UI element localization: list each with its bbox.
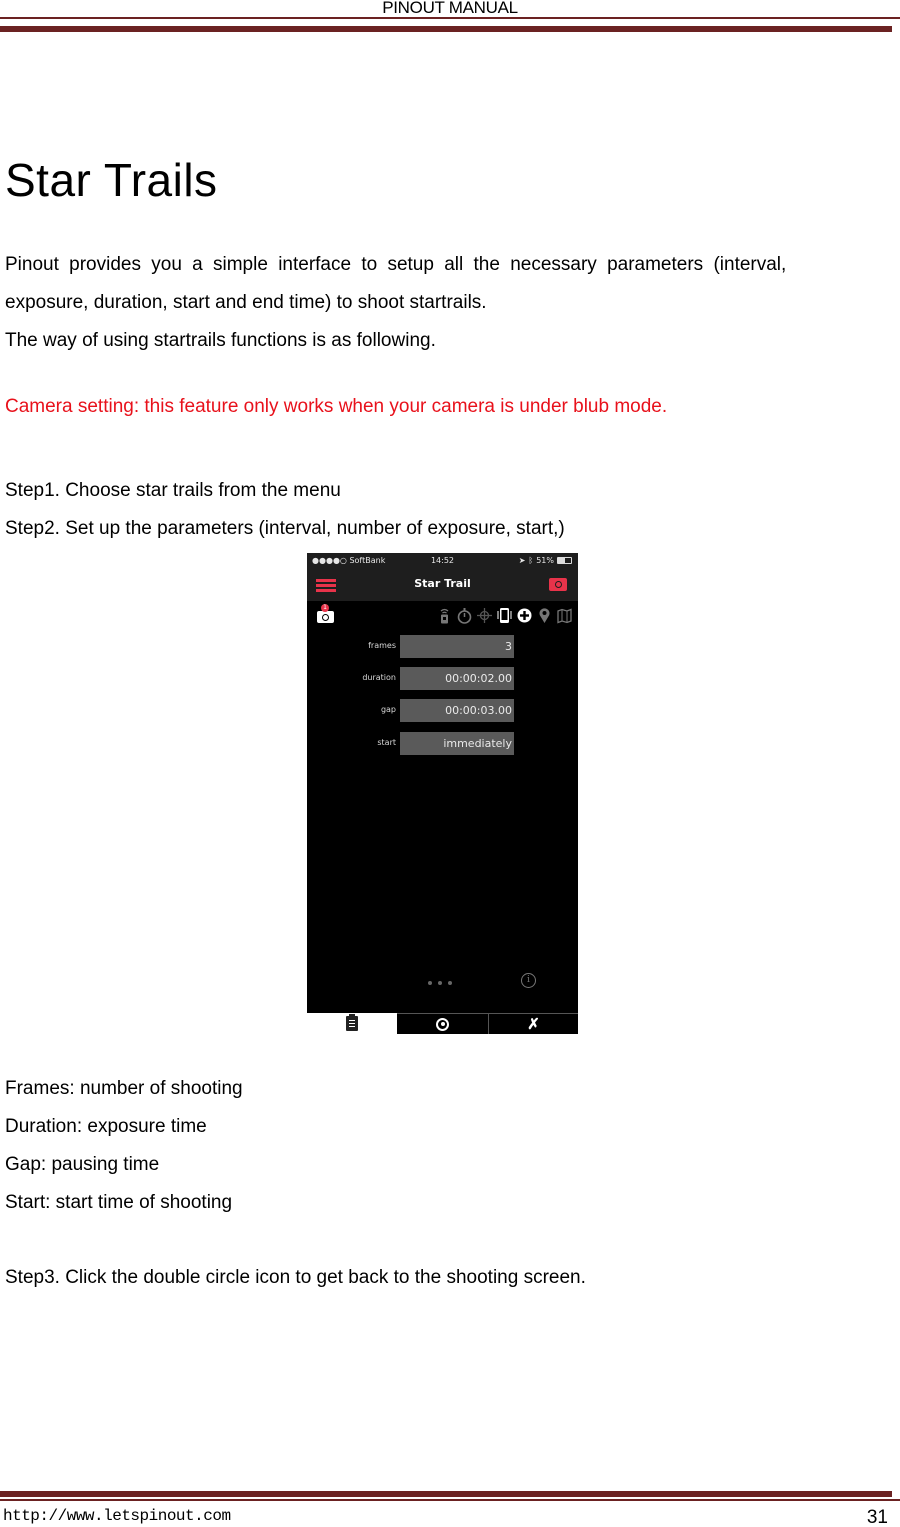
param-row-duration: duration 00:00:02.00 — [307, 667, 578, 691]
intro-line-3: The way of using startrails functions is… — [5, 330, 436, 351]
description-start: Start: start time of shooting — [5, 1192, 233, 1213]
battery-percent: 51% — [536, 556, 554, 565]
step-3: Step3. Click the double circle icon to g… — [5, 1267, 586, 1288]
camera-setting-note: Camera setting: this feature only works … — [5, 396, 668, 417]
duration-field[interactable]: 00:00:02.00 — [400, 667, 514, 690]
description-gap: Gap: pausing time — [5, 1154, 160, 1175]
param-row-frames: frames 3 — [307, 635, 578, 659]
step-2: Step2. Set up the parameters (interval, … — [5, 518, 565, 539]
running-header-title: PINOUT MANUAL — [382, 0, 518, 17]
footer-rule-thick — [0, 1491, 892, 1497]
connected-camera-icon[interactable] — [317, 611, 334, 623]
intro-line-1: Pinout provides you a simple interface t… — [5, 254, 787, 275]
tab-tools[interactable]: ✗ — [489, 1013, 578, 1034]
nav-title: Star Trail — [414, 577, 471, 590]
page-number: 31 — [866, 1507, 888, 1527]
param-row-start: start immediately — [307, 732, 578, 756]
info-icon[interactable]: i — [521, 973, 536, 988]
location-arrow-icon: ➤ — [518, 556, 526, 565]
timer-icon[interactable] — [457, 607, 472, 624]
tools-icon: ✗ — [527, 1016, 540, 1033]
frames-field[interactable]: 3 — [400, 635, 514, 658]
crosshair-icon[interactable] — [477, 607, 492, 624]
param-row-gap: gap 00:00:03.00 — [307, 699, 578, 723]
mode-toolbar: 1 — [307, 601, 578, 631]
nav-bar: Star Trail — [307, 569, 578, 601]
remote-icon[interactable] — [437, 607, 452, 624]
camera-icon[interactable] — [549, 578, 567, 591]
app-tab-bar: ✗ — [307, 1013, 578, 1034]
start-field[interactable]: immediately — [400, 732, 514, 755]
gap-field[interactable]: 00:00:03.00 — [400, 699, 514, 722]
param-label: duration — [362, 673, 396, 682]
page-indicator[interactable] — [428, 981, 452, 985]
param-label: frames — [368, 641, 396, 650]
target-icon — [436, 1017, 449, 1031]
location-pin-icon[interactable] — [537, 607, 552, 624]
battery-icon — [557, 557, 572, 564]
status-bar: ●●●●○ SoftBank 14:52 ➤ ᛒ 51% — [307, 553, 578, 569]
map-icon[interactable] — [557, 607, 572, 624]
tab-shooting[interactable] — [397, 1013, 489, 1034]
intro-line-2: exposure, duration, start and end time) … — [5, 292, 487, 313]
footer-rule-thin — [0, 1499, 900, 1501]
description-duration: Duration: exposure time — [5, 1116, 207, 1137]
header-rule-thick — [0, 26, 892, 32]
header-rule-thin — [0, 17, 900, 19]
page-title: Star Trails — [5, 154, 218, 206]
camera-count-badge: 1 — [321, 604, 329, 612]
bluetooth-icon: ᛒ — [528, 556, 534, 565]
status-right: ➤ ᛒ 51% — [519, 556, 572, 565]
clipboard-icon — [346, 1014, 358, 1031]
plus-circle-icon[interactable] — [517, 607, 532, 624]
tab-clipboard[interactable] — [307, 1013, 397, 1034]
description-frames: Frames: number of shooting — [5, 1078, 243, 1099]
param-label: start — [377, 738, 396, 747]
app-screenshot: ●●●●○ SoftBank 14:52 ➤ ᛒ 51% Star Trail … — [307, 553, 578, 1033]
param-label: gap — [380, 705, 396, 714]
step-1: Step1. Choose star trails from the menu — [5, 480, 341, 501]
toolbar-icons — [437, 607, 572, 624]
footer-url[interactable]: http://www.letspinout.com — [3, 1507, 231, 1525]
phone-icon[interactable] — [497, 607, 512, 624]
